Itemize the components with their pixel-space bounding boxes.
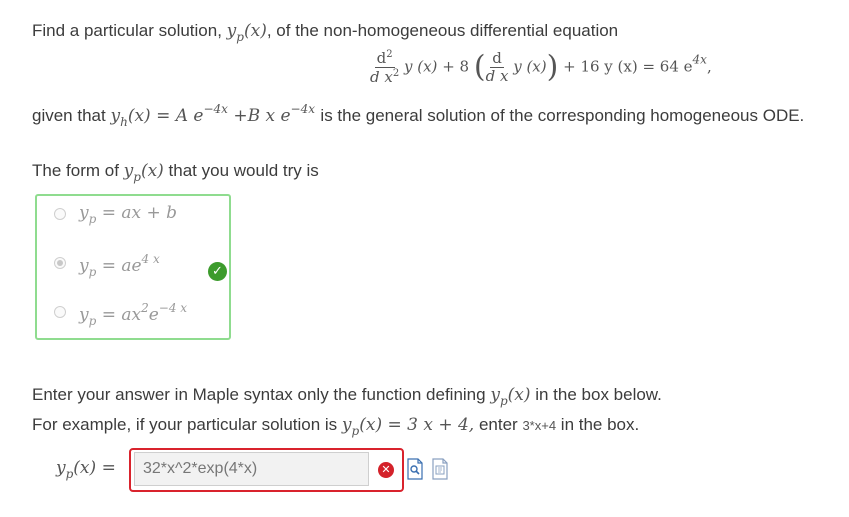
first-derivative: dd x (485, 49, 509, 85)
question-intro: Find a particular solution, yp(x), of th… (32, 21, 619, 44)
form-prompt: The form of yp(x) that you would try is (32, 161, 319, 184)
yp-symbol-3: yp(x) (490, 385, 531, 408)
answer-input[interactable] (134, 452, 369, 486)
example-code: 3*x+4 (522, 418, 557, 433)
option-label-3[interactable]: yp = ax2e−4 x (79, 301, 187, 328)
intro-text-end: of the non-homogeneous differential equa… (276, 21, 619, 40)
option-label-2[interactable]: yp = ae4 x (79, 252, 160, 279)
instructions-line-2: For example, if your particular solution… (32, 415, 640, 438)
yh-equation: yh(x) = A e−4x +B x e−4x (110, 102, 316, 129)
intro-text: Find a particular solution, (32, 21, 222, 40)
example-equation: yp(x) = 3 x + 4, (341, 415, 475, 438)
correct-check-icon: ✓ (208, 262, 227, 281)
option-radio-2[interactable] (54, 257, 66, 269)
yp-symbol: yp(x) (226, 21, 267, 44)
maple-help-icon[interactable] (431, 458, 449, 480)
yp-symbol-2: yp(x) (123, 161, 164, 184)
incorrect-x-icon: ✕ (378, 462, 394, 478)
preview-icon[interactable] (406, 458, 424, 480)
answer-label: yp(x) = (56, 458, 116, 481)
given-line: given that yh(x) = A e−4x +B x e−4x is t… (32, 102, 805, 129)
option-label-1[interactable]: yp = ax + b (79, 203, 177, 226)
second-derivative: d2 d x2 (370, 49, 400, 86)
differential-equation: d2 d x2 y (x) + 8 (d d x y (x)) + 16 y (x… (370, 49, 712, 86)
option-radio-3[interactable] (54, 306, 66, 318)
option-radio-1[interactable] (54, 208, 66, 220)
instructions-line-1: Enter your answer in Maple syntax only t… (32, 385, 662, 408)
